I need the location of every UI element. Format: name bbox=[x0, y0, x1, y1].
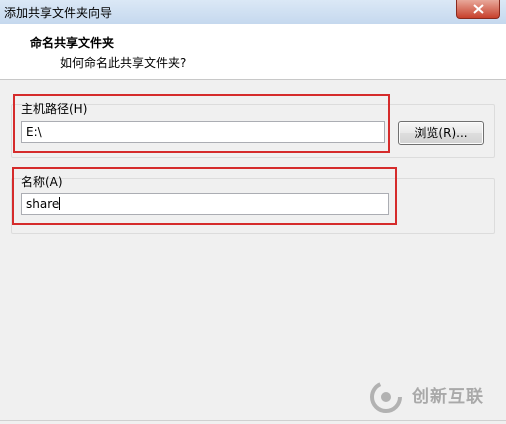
name-label: 名称(A) bbox=[21, 175, 63, 189]
host-path-input[interactable]: E:\ bbox=[21, 121, 385, 143]
wizard-content: 主机路径(H) E:\ 浏览(R)... 名称(A) share bbox=[0, 80, 506, 424]
text-caret bbox=[59, 197, 61, 210]
page-title: 命名共享文件夹 bbox=[30, 36, 115, 50]
name-input[interactable]: share bbox=[21, 193, 389, 215]
close-button[interactable] bbox=[456, 0, 500, 19]
window-title: 添加共享文件夹向导 bbox=[4, 6, 113, 20]
watermark: 创新互联 bbox=[368, 377, 503, 417]
name-value: share bbox=[26, 197, 60, 211]
host-path-label: 主机路径(H) bbox=[21, 102, 88, 116]
title-bar: 添加共享文件夹向导 bbox=[0, 0, 506, 25]
close-icon bbox=[473, 4, 484, 14]
host-path-value: E:\ bbox=[26, 125, 42, 139]
bottom-divider bbox=[0, 420, 506, 421]
brand-logo-icon bbox=[370, 381, 402, 413]
browse-button[interactable]: 浏览(R)... bbox=[398, 121, 484, 145]
watermark-text: 创新互联 bbox=[412, 387, 484, 407]
page-subtitle: 如何命名此共享文件夹? bbox=[60, 56, 187, 70]
wizard-header: 命名共享文件夹 如何命名此共享文件夹? bbox=[0, 24, 506, 80]
